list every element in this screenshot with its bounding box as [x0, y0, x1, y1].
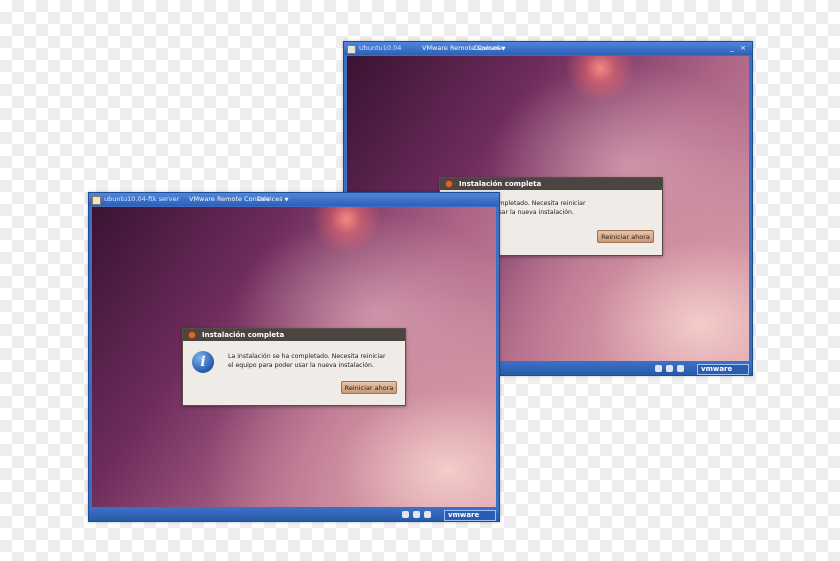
restart-now-button[interactable]: Reiniciar ahora	[341, 381, 397, 394]
restart-now-button[interactable]: Reiniciar ahora	[597, 230, 654, 243]
usb-icon[interactable]	[666, 365, 673, 372]
app-icon	[92, 196, 101, 205]
usb-icon[interactable]	[413, 511, 420, 518]
close-icon[interactable]	[188, 331, 196, 339]
app-icon	[347, 45, 356, 54]
dialog-title: Instalación completa	[459, 180, 542, 188]
installation-complete-dialog: Instalación completa i La instalación se…	[182, 328, 406, 406]
chevron-down-icon: ▼	[501, 46, 506, 52]
devices-menu-label: Devices	[474, 44, 500, 52]
dialog-message: La instalación se ha completado. Necesit…	[228, 352, 403, 370]
dialog-message-line2: el equipo para poder usar la nueva insta…	[228, 362, 374, 369]
devices-menu[interactable]: Devices ▼	[257, 193, 288, 206]
vmware-logo: vmware	[444, 510, 496, 521]
dialog-titlebar: Instalación completa	[183, 329, 405, 341]
vm-title: Ubuntu10.04	[359, 44, 402, 52]
chevron-down-icon: ▼	[284, 197, 289, 203]
vm-console-window-front[interactable]: ubuntu10.04-ftk server VMware Remote Con…	[88, 192, 500, 522]
close-button[interactable]: ×	[739, 44, 747, 52]
devices-menu-label: Devices	[257, 195, 283, 203]
dialog-titlebar: Instalación completa	[440, 178, 662, 190]
network-icon[interactable]	[402, 511, 409, 518]
network-icon[interactable]	[655, 365, 662, 372]
dialog-message-line1: La instalación se ha completado. Necesit…	[228, 353, 386, 360]
sound-icon[interactable]	[424, 511, 431, 518]
info-icon: i	[192, 351, 214, 373]
guest-desktop[interactable]: Instalación completa i La instalación se…	[92, 207, 496, 507]
vm-console-titlebar[interactable]: ubuntu10.04-ftk server VMware Remote Con…	[89, 193, 499, 206]
vm-console-titlebar[interactable]: Ubuntu10.04 VMware Remote Console Device…	[344, 42, 752, 55]
close-icon[interactable]	[445, 180, 453, 188]
dialog-title: Instalación completa	[202, 331, 285, 339]
vm-title: ubuntu10.04-ftk server	[104, 195, 180, 203]
sound-icon[interactable]	[677, 365, 684, 372]
vmware-logo: vmware	[697, 364, 749, 375]
minimize-button[interactable]: _	[728, 44, 736, 52]
vm-statusbar: vmware	[89, 508, 499, 521]
devices-menu[interactable]: Devices ▼	[474, 42, 505, 55]
